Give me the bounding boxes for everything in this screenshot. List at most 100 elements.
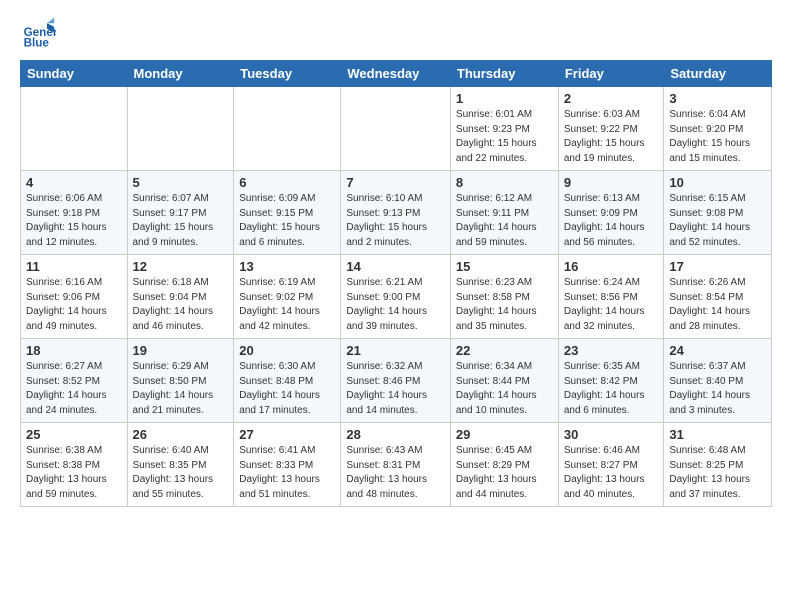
calendar-cell: 29 Sunrise: 6:45 AM Sunset: 8:29 PM Dayli… <box>450 423 558 507</box>
calendar-cell: 2 Sunrise: 6:03 AM Sunset: 9:22 PM Daylig… <box>558 87 664 171</box>
calendar-cell: 1 Sunrise: 6:01 AM Sunset: 9:23 PM Daylig… <box>450 87 558 171</box>
calendar-cell <box>341 87 451 171</box>
day-info: Sunrise: 6:30 AM Sunset: 8:48 PM Dayligh… <box>239 360 335 418</box>
calendar-cell: 5Sunrise: 6:07 AM Sunset: 9:17 PM Daylig… <box>127 171 234 255</box>
calendar-cell: 16 Sunrise: 6:24 AM Sunset: 8:56 PM Dayli… <box>558 255 664 339</box>
day-number: 16 <box>564 259 659 274</box>
day-number: 15 <box>456 259 553 274</box>
day-info: Sunrise: 6:45 AM Sunset: 8:29 PM Dayligh… <box>456 444 553 502</box>
day-info: Sunrise: 6:46 AM Sunset: 8:27 PM Dayligh… <box>564 444 659 502</box>
day-number: 21 <box>346 343 445 358</box>
calendar-cell: 11 Sunrise: 6:16 AM Sunset: 9:06 PM Dayli… <box>21 255 128 339</box>
day-number: 7 <box>346 175 445 190</box>
calendar-header-friday: Friday <box>558 61 664 87</box>
day-info: Sunrise: 6:01 AM Sunset: 9:23 PM Dayligh… <box>456 108 553 166</box>
calendar-header-thursday: Thursday <box>450 61 558 87</box>
day-info: Sunrise: 6:27 AM Sunset: 8:52 PM Dayligh… <box>26 360 122 418</box>
calendar-header-wednesday: Wednesday <box>341 61 451 87</box>
calendar-header-tuesday: Tuesday <box>234 61 341 87</box>
calendar-cell: 23 Sunrise: 6:35 AM Sunset: 8:42 PM Dayli… <box>558 339 664 423</box>
day-info: Sunrise: 6:48 AM Sunset: 8:25 PM Dayligh… <box>669 444 766 502</box>
day-number: 12 <box>133 259 229 274</box>
calendar-cell: 28 Sunrise: 6:43 AM Sunset: 8:31 PM Dayli… <box>341 423 451 507</box>
day-number: 2 <box>564 91 659 106</box>
day-info: Sunrise: 6:03 AM Sunset: 9:22 PM Dayligh… <box>564 108 659 166</box>
page: General Blue SundayMondayTuesdayWednesda… <box>0 0 792 523</box>
day-number: 5 <box>133 175 229 190</box>
day-number: 26 <box>133 427 229 442</box>
calendar: SundayMondayTuesdayWednesdayThursdayFrid… <box>20 60 772 507</box>
day-number: 14 <box>346 259 445 274</box>
day-number: 17 <box>669 259 766 274</box>
calendar-header-sunday: Sunday <box>21 61 128 87</box>
day-number: 31 <box>669 427 766 442</box>
calendar-cell: 26 Sunrise: 6:40 AM Sunset: 8:35 PM Dayli… <box>127 423 234 507</box>
calendar-cell: 4Sunrise: 6:06 AM Sunset: 9:18 PM Daylig… <box>21 171 128 255</box>
day-info: Sunrise: 6:41 AM Sunset: 8:33 PM Dayligh… <box>239 444 335 502</box>
header: General Blue <box>20 16 772 52</box>
calendar-cell <box>127 87 234 171</box>
svg-text:Blue: Blue <box>24 37 50 50</box>
day-info: Sunrise: 6:32 AM Sunset: 8:46 PM Dayligh… <box>346 360 445 418</box>
day-number: 9 <box>564 175 659 190</box>
day-number: 30 <box>564 427 659 442</box>
calendar-cell: 20 Sunrise: 6:30 AM Sunset: 8:48 PM Dayli… <box>234 339 341 423</box>
day-info: Sunrise: 6:35 AM Sunset: 8:42 PM Dayligh… <box>564 360 659 418</box>
logo-icon: General Blue <box>20 16 56 52</box>
calendar-cell: 9 Sunrise: 6:13 AM Sunset: 9:09 PM Daylig… <box>558 171 664 255</box>
day-info: Sunrise: 6:09 AM Sunset: 9:15 PM Dayligh… <box>239 192 335 250</box>
calendar-week-4: 18Sunrise: 6:27 AM Sunset: 8:52 PM Dayli… <box>21 339 772 423</box>
calendar-cell: 13Sunrise: 6:19 AM Sunset: 9:02 PM Dayli… <box>234 255 341 339</box>
calendar-cell: 10 Sunrise: 6:15 AM Sunset: 9:08 PM Dayli… <box>664 171 772 255</box>
day-number: 1 <box>456 91 553 106</box>
calendar-header-monday: Monday <box>127 61 234 87</box>
day-number: 8 <box>456 175 553 190</box>
day-info: Sunrise: 6:16 AM Sunset: 9:06 PM Dayligh… <box>26 276 122 334</box>
calendar-week-2: 4Sunrise: 6:06 AM Sunset: 9:18 PM Daylig… <box>21 171 772 255</box>
calendar-cell: 7 Sunrise: 6:10 AM Sunset: 9:13 PM Daylig… <box>341 171 451 255</box>
calendar-cell: 14Sunrise: 6:21 AM Sunset: 9:00 PM Dayli… <box>341 255 451 339</box>
day-info: Sunrise: 6:13 AM Sunset: 9:09 PM Dayligh… <box>564 192 659 250</box>
calendar-cell: 30 Sunrise: 6:46 AM Sunset: 8:27 PM Dayli… <box>558 423 664 507</box>
calendar-cell: 19Sunrise: 6:29 AM Sunset: 8:50 PM Dayli… <box>127 339 234 423</box>
calendar-week-1: 1 Sunrise: 6:01 AM Sunset: 9:23 PM Daylig… <box>21 87 772 171</box>
day-info: Sunrise: 6:15 AM Sunset: 9:08 PM Dayligh… <box>669 192 766 250</box>
day-info: Sunrise: 6:19 AM Sunset: 9:02 PM Dayligh… <box>239 276 335 334</box>
day-number: 25 <box>26 427 122 442</box>
calendar-cell: 31 Sunrise: 6:48 AM Sunset: 8:25 PM Dayli… <box>664 423 772 507</box>
calendar-cell: 25 Sunrise: 6:38 AM Sunset: 8:38 PM Dayli… <box>21 423 128 507</box>
day-info: Sunrise: 6:38 AM Sunset: 8:38 PM Dayligh… <box>26 444 122 502</box>
day-info: Sunrise: 6:40 AM Sunset: 8:35 PM Dayligh… <box>133 444 229 502</box>
logo: General Blue <box>20 16 60 52</box>
day-info: Sunrise: 6:10 AM Sunset: 9:13 PM Dayligh… <box>346 192 445 250</box>
day-info: Sunrise: 6:43 AM Sunset: 8:31 PM Dayligh… <box>346 444 445 502</box>
calendar-cell <box>21 87 128 171</box>
day-number: 23 <box>564 343 659 358</box>
day-number: 28 <box>346 427 445 442</box>
calendar-cell: 3 Sunrise: 6:04 AM Sunset: 9:20 PM Daylig… <box>664 87 772 171</box>
day-number: 29 <box>456 427 553 442</box>
day-number: 20 <box>239 343 335 358</box>
day-info: Sunrise: 6:06 AM Sunset: 9:18 PM Dayligh… <box>26 192 122 250</box>
day-info: Sunrise: 6:04 AM Sunset: 9:20 PM Dayligh… <box>669 108 766 166</box>
calendar-cell: 27Sunrise: 6:41 AM Sunset: 8:33 PM Dayli… <box>234 423 341 507</box>
calendar-header-row: SundayMondayTuesdayWednesdayThursdayFrid… <box>21 61 772 87</box>
calendar-cell: 22 Sunrise: 6:34 AM Sunset: 8:44 PM Dayli… <box>450 339 558 423</box>
calendar-cell: 8Sunrise: 6:12 AM Sunset: 9:11 PM Daylig… <box>450 171 558 255</box>
day-info: Sunrise: 6:18 AM Sunset: 9:04 PM Dayligh… <box>133 276 229 334</box>
day-number: 10 <box>669 175 766 190</box>
day-info: Sunrise: 6:37 AM Sunset: 8:40 PM Dayligh… <box>669 360 766 418</box>
day-number: 22 <box>456 343 553 358</box>
day-info: Sunrise: 6:34 AM Sunset: 8:44 PM Dayligh… <box>456 360 553 418</box>
calendar-header-saturday: Saturday <box>664 61 772 87</box>
calendar-cell: 6Sunrise: 6:09 AM Sunset: 9:15 PM Daylig… <box>234 171 341 255</box>
day-number: 24 <box>669 343 766 358</box>
calendar-cell: 18Sunrise: 6:27 AM Sunset: 8:52 PM Dayli… <box>21 339 128 423</box>
day-number: 3 <box>669 91 766 106</box>
day-info: Sunrise: 6:23 AM Sunset: 8:58 PM Dayligh… <box>456 276 553 334</box>
calendar-cell: 24 Sunrise: 6:37 AM Sunset: 8:40 PM Dayli… <box>664 339 772 423</box>
day-number: 11 <box>26 259 122 274</box>
day-info: Sunrise: 6:29 AM Sunset: 8:50 PM Dayligh… <box>133 360 229 418</box>
calendar-cell <box>234 87 341 171</box>
day-info: Sunrise: 6:24 AM Sunset: 8:56 PM Dayligh… <box>564 276 659 334</box>
